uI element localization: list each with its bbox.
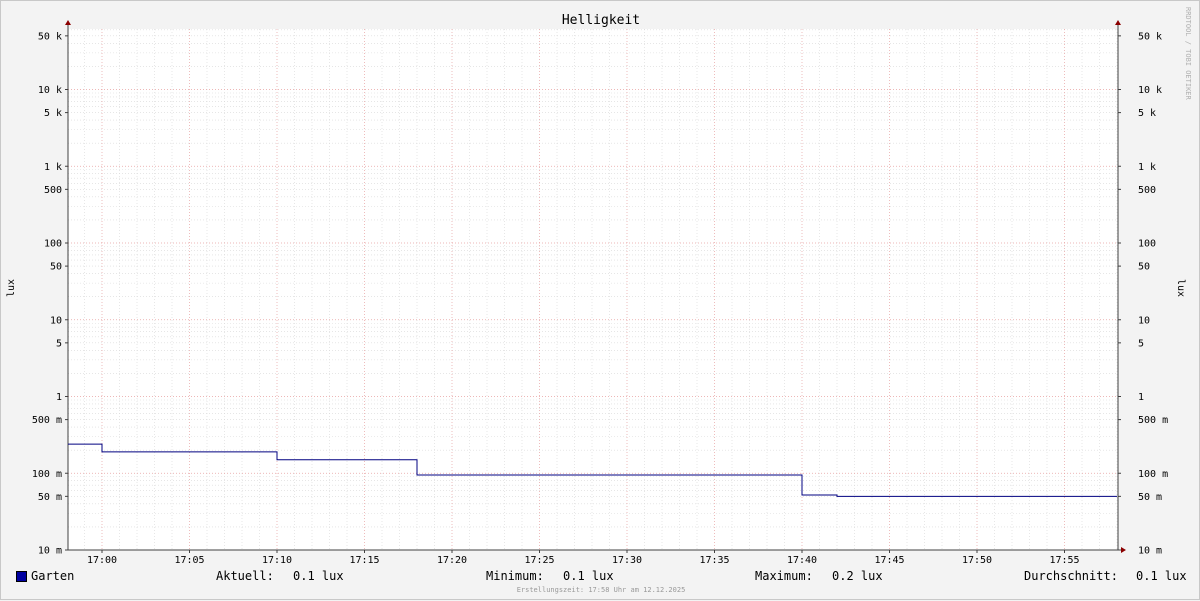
legend-maximum-value: 0.2 lux — [832, 569, 883, 583]
y-axis-arrow-left — [65, 20, 71, 25]
y-tick-label-right: 10 — [1138, 315, 1150, 326]
chart-frame: 50 k 50 k 10 k 10 k5 k5 k1 k1 k 500 500 100 100… — [0, 0, 1200, 600]
y-tick-label-left: 1 k — [44, 162, 62, 173]
y-tick-label-left: 50 — [50, 262, 62, 273]
y-tick-label-left: 1 — [56, 392, 62, 403]
chart-title: Helligkeit — [562, 13, 640, 28]
x-tick-label: 17:05 — [174, 555, 204, 566]
x-tick-label: 17:40 — [787, 555, 817, 566]
x-tick-label: 17:30 — [612, 555, 642, 566]
y-tick-label-left: 50 k — [38, 31, 62, 42]
y-tick-label-left: 100 — [44, 239, 62, 250]
y-tick-label-right: 500 m — [1138, 415, 1168, 426]
y-tick-label-right: 500 — [1138, 185, 1156, 196]
x-tick-label: 17:55 — [1049, 555, 1079, 566]
legend-maximum-label: Maximum: — [755, 569, 813, 583]
y-tick-label-left: 5 k — [44, 108, 62, 119]
legend-swatch-garten — [16, 571, 27, 582]
y-tick-label-left: 500 m — [32, 415, 62, 426]
y-tick-label-right: 1 — [1138, 392, 1144, 403]
x-tick-label: 17:00 — [87, 555, 117, 566]
x-tick-label: 17:15 — [349, 555, 379, 566]
y-axis-label-left: lux — [6, 279, 17, 297]
y-tick-label-left: 10 k — [38, 85, 62, 96]
y-axis-label-right: lux — [1175, 279, 1186, 297]
chart-svg: 50 k 50 k 10 k 10 k 5 k 5 k 1 k 1 k 500 500 100 100… — [6, 13, 1186, 566]
x-tick-label: 17:25 — [524, 555, 554, 566]
x-axis-arrow — [1121, 547, 1126, 553]
creation-time-footer: Erstellungszeit: 17:58 Uhr am 12.12.2025 — [516, 586, 686, 594]
legend-durchschnitt-label: Durchschnitt: — [1024, 569, 1118, 583]
legend-durchschnitt-value: 0.1 lux — [1136, 569, 1187, 583]
x-tick-label: 17:20 — [437, 555, 467, 566]
y-tick-label-right: 5 — [1138, 338, 1144, 349]
y-tick-label-right: 50 k — [1138, 31, 1162, 42]
legend-aktuell-label: Aktuell: — [216, 569, 274, 583]
y-tick-label-right: 50 — [1138, 262, 1150, 273]
y-axis-arrow-right — [1115, 20, 1121, 25]
y-tick-label-left: 10 — [50, 315, 62, 326]
legend-aktuell-value: 0.1 lux — [293, 569, 344, 583]
y-tick-label-left: 50 m — [38, 492, 62, 503]
legend-series-name: Garten — [31, 569, 75, 583]
y-tick-label-right: 1 k — [1138, 162, 1156, 173]
y-tick-label-right: 100 — [1138, 239, 1156, 250]
y-tick-label-right: 10 m — [1138, 546, 1162, 557]
y-tick-label-left: 500 — [44, 185, 62, 196]
y-tick-label-left: 10 m — [38, 546, 62, 557]
rrdtool-watermark: RRDTOOL / TOBI OETIKER — [1184, 7, 1192, 100]
y-tick-label-right: 5 k — [1138, 108, 1156, 119]
legend-minimum-value: 0.1 lux — [563, 569, 614, 583]
legend-minimum-label: Minimum: — [486, 569, 544, 583]
plot-area — [68, 29, 1118, 550]
y-tick-label-left: 5 — [56, 338, 62, 349]
x-tick-label: 17:35 — [699, 555, 729, 566]
y-tick-label-left: 100 m — [32, 469, 62, 480]
x-tick-label: 17:10 — [262, 555, 292, 566]
x-tick-label: 17:50 — [962, 555, 992, 566]
y-tick-label-right: 100 m — [1138, 469, 1168, 480]
y-tick-label-right: 10 k — [1138, 85, 1162, 96]
x-tick-label: 17:45 — [874, 555, 904, 566]
y-tick-label-right: 50 m — [1138, 492, 1162, 503]
